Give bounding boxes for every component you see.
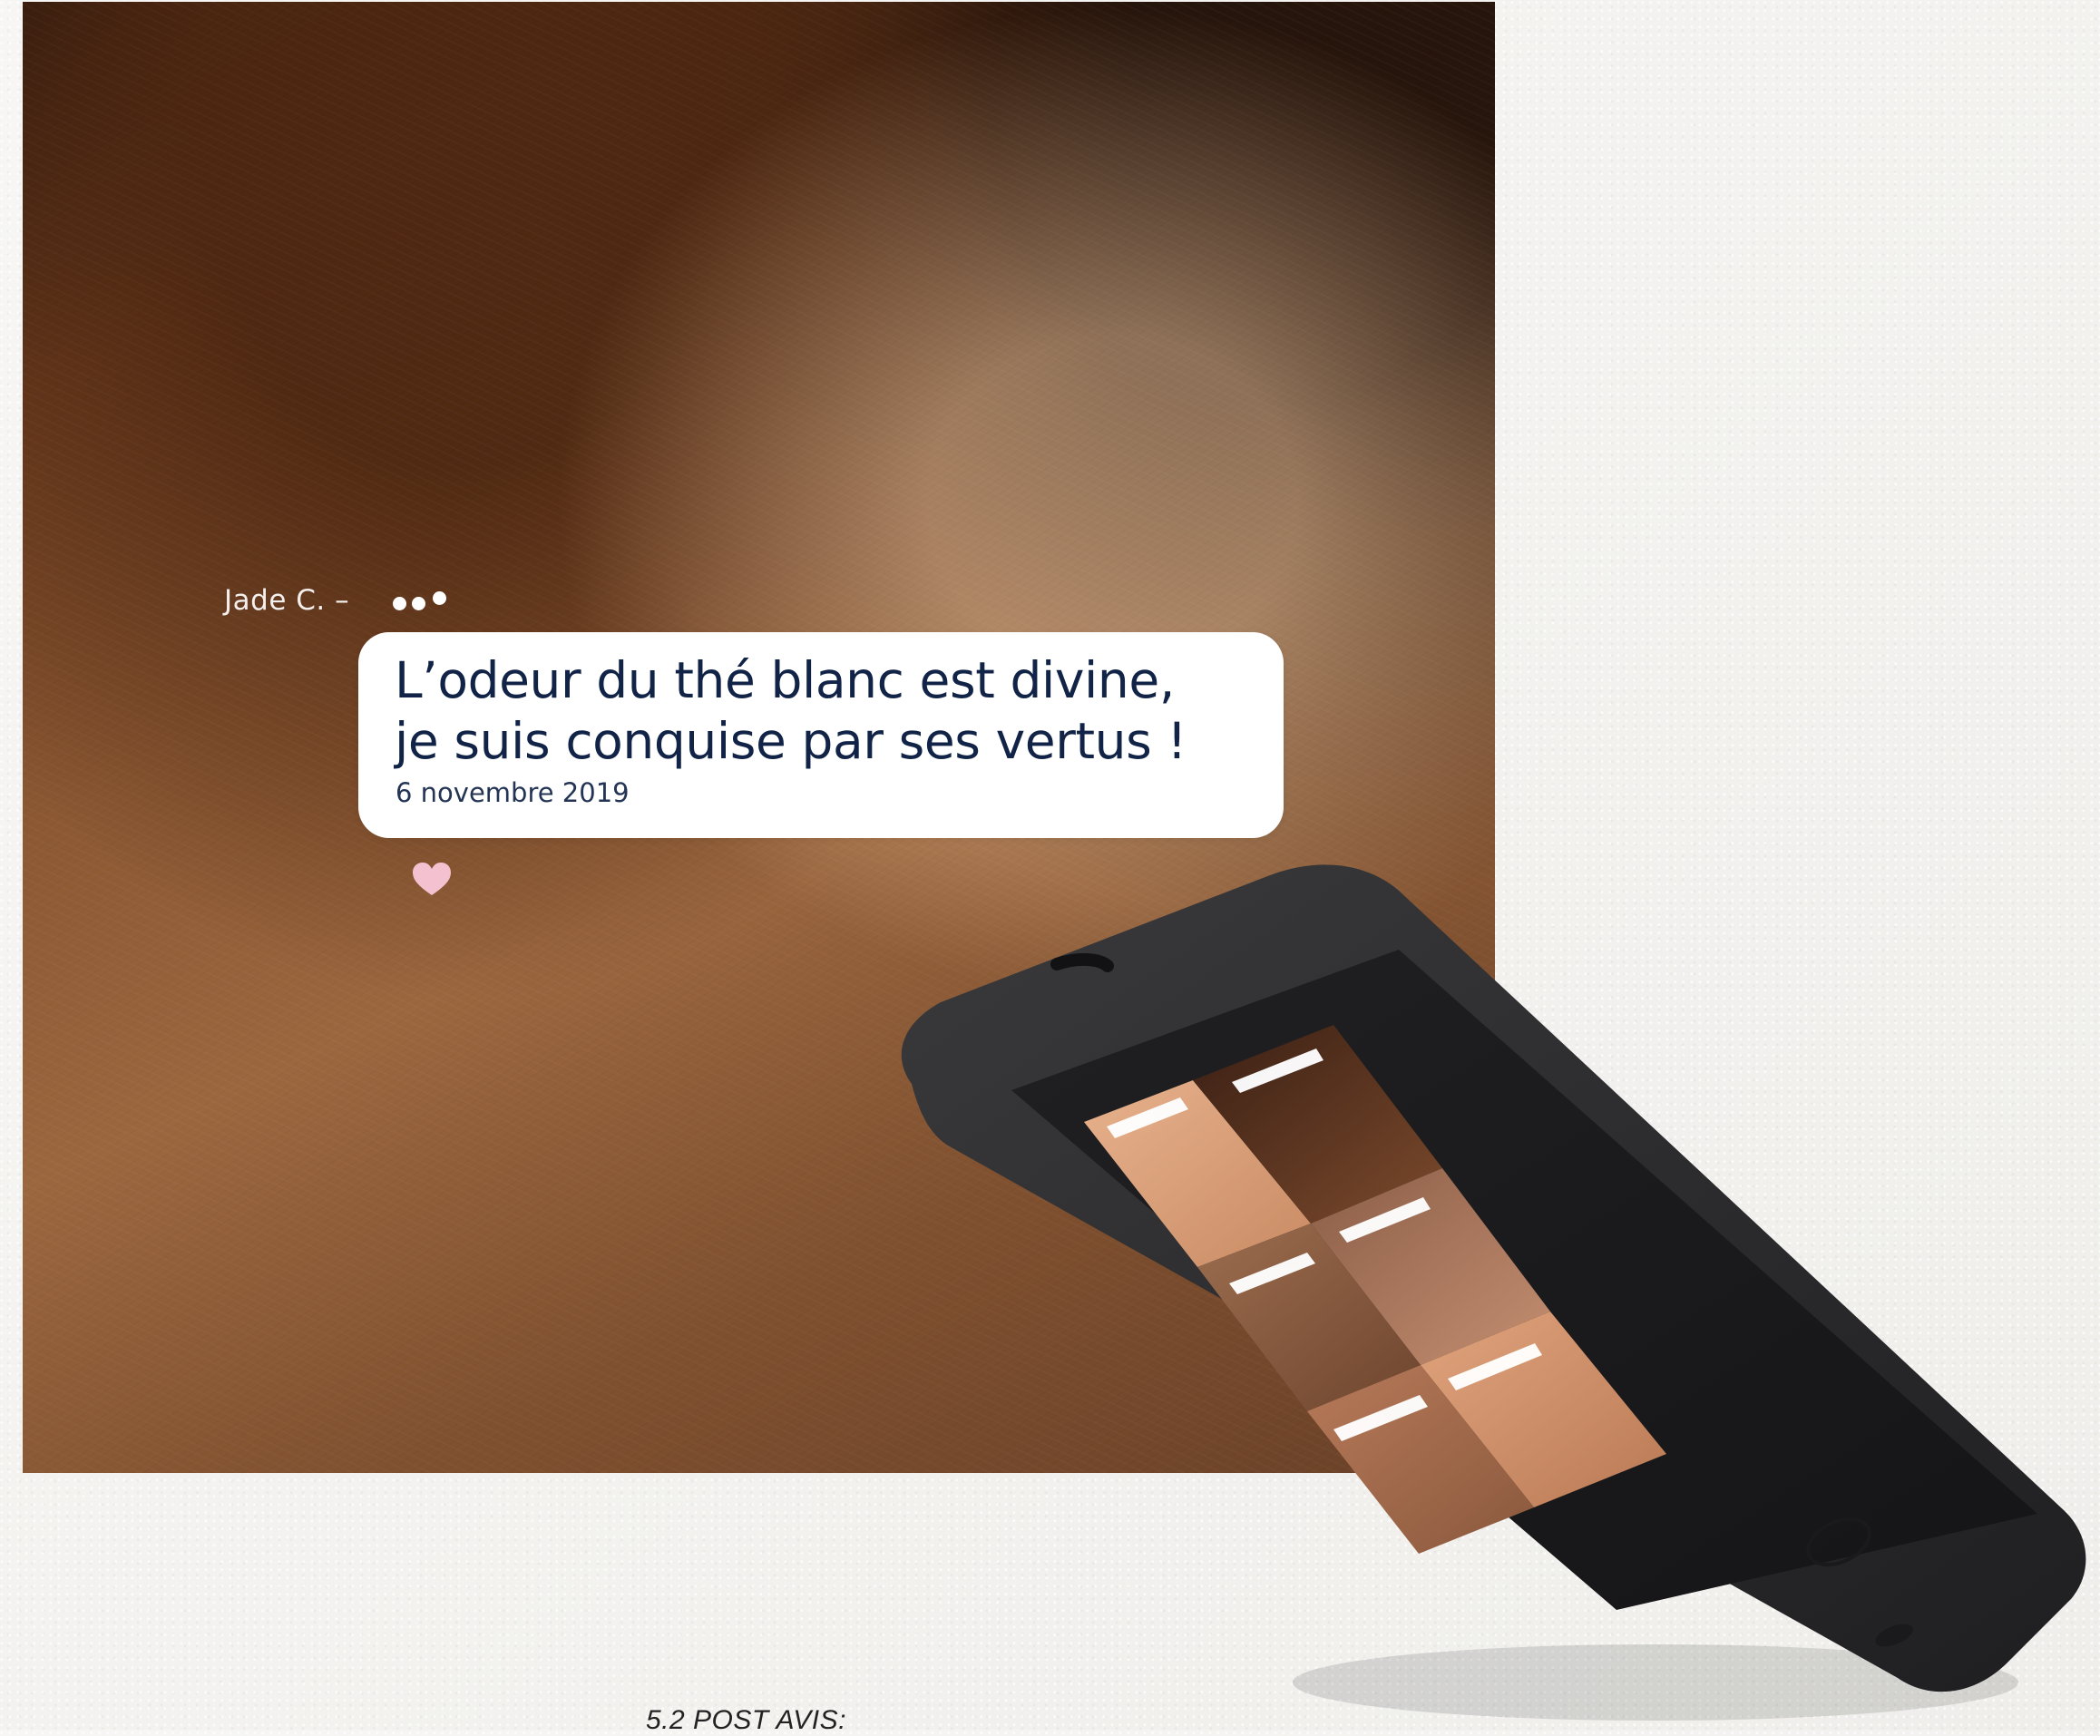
review-bubble: L’odeur du thé blanc est divine, je suis… bbox=[358, 632, 1284, 838]
caption-label: 5.2 POST AVIS: bbox=[646, 1705, 846, 1735]
more-dots-icon bbox=[393, 591, 456, 610]
heart-icon bbox=[413, 863, 451, 895]
review-text: L’odeur du thé blanc est divine, je suis… bbox=[395, 651, 1187, 770]
phone-mockup bbox=[901, 864, 2086, 1721]
review-author: Jade C. – bbox=[224, 584, 350, 617]
review-date: 6 novembre 2019 bbox=[396, 777, 630, 808]
